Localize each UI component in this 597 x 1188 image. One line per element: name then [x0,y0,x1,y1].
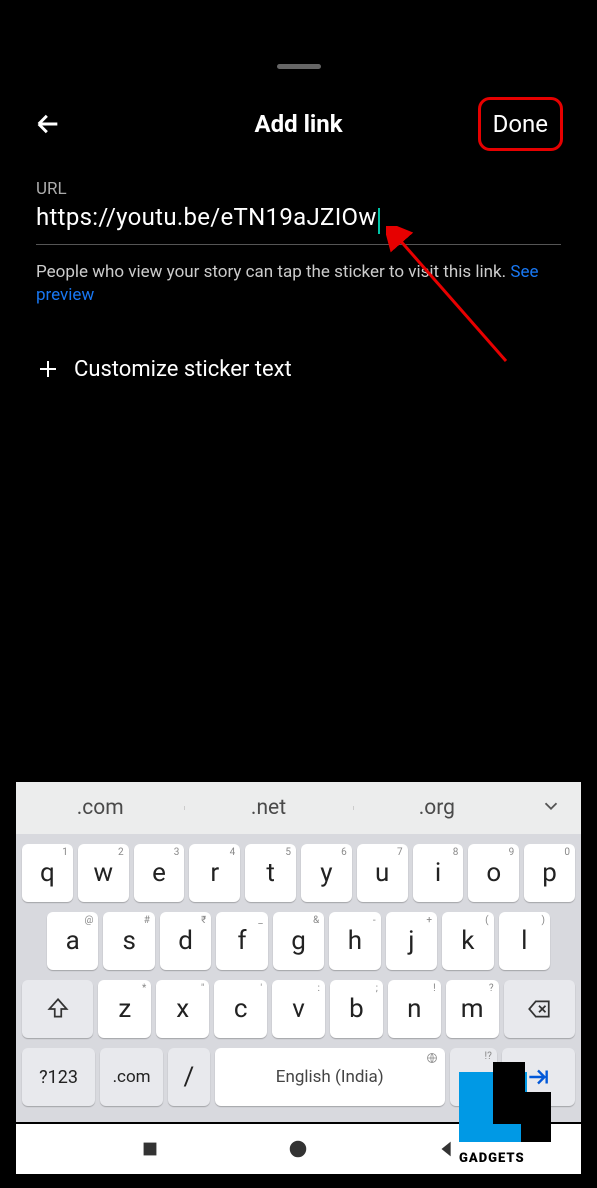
key-n[interactable]: n! [388,980,441,1038]
done-button[interactable]: Done [478,97,563,151]
recents-icon[interactable] [139,1138,161,1160]
helper-text: People who view your story can tap the s… [36,261,561,307]
header: Add link Done [16,69,581,169]
key-row-1: q1 w2 e3 r4 t5 y6 u7 i8 o9 p0 [22,844,575,902]
key-p[interactable]: p0 [524,844,575,902]
shift-key[interactable] [22,980,93,1038]
key-row-4: ?123 .com / English (India) .!? [22,1048,575,1106]
enter-key[interactable] [502,1048,575,1106]
back-arrow-icon[interactable] [34,110,62,138]
home-icon[interactable] [287,1138,309,1160]
url-label: URL [36,179,561,199]
key-t[interactable]: t5 [245,844,296,902]
key-w[interactable]: w2 [78,844,129,902]
customize-label: Customize sticker text [74,357,292,382]
period-key[interactable]: .!? [450,1048,497,1106]
suggestion-item[interactable]: .com [16,796,184,820]
key-s[interactable]: s# [103,912,154,970]
key-b[interactable]: b; [330,980,383,1038]
slash-key[interactable]: / [168,1048,210,1106]
key-u[interactable]: u7 [357,844,408,902]
key-f[interactable]: f_ [216,912,267,970]
backspace-key[interactable] [504,980,575,1038]
suggestion-item[interactable]: .org [353,796,521,820]
key-z[interactable]: z* [98,980,151,1038]
customize-sticker-button[interactable]: Customize sticker text [36,357,561,382]
symbols-key[interactable]: ?123 [22,1048,95,1106]
keyboard: .com .net .org q1 w2 e3 r4 t5 y6 u7 i8 o… [16,782,581,1122]
key-q[interactable]: q1 [22,844,73,902]
key-m[interactable]: m? [446,980,499,1038]
navigation-bar [16,1124,581,1174]
url-input[interactable]: https://youtu.be/eTN19aJZIOw [36,203,561,245]
suggestion-item[interactable]: .net [184,796,352,820]
key-v[interactable]: v: [272,980,325,1038]
key-i[interactable]: i8 [413,844,464,902]
key-y[interactable]: y6 [301,844,352,902]
collapse-keyboard-icon[interactable] [521,795,581,821]
key-a[interactable]: a@ [47,912,98,970]
text-cursor [378,208,380,234]
key-row-3: z* x" c' v: b; n! m? [22,980,575,1038]
key-c[interactable]: c' [214,980,267,1038]
key-l[interactable]: l) [499,912,550,970]
key-h[interactable]: h- [329,912,380,970]
key-row-2: a@ s# d₹ f_ g& h- j+ k( l) [22,912,575,970]
back-icon[interactable] [436,1138,458,1160]
url-value: https://youtu.be/eTN19aJZIOw [36,203,377,231]
dotcom-key[interactable]: .com [100,1048,163,1106]
spacebar-key[interactable]: English (India) [215,1048,445,1106]
key-g[interactable]: g& [273,912,324,970]
suggestion-bar: .com .net .org [16,782,581,834]
key-r[interactable]: r4 [189,844,240,902]
globe-icon [426,1052,438,1064]
plus-icon [36,357,60,381]
key-o[interactable]: o9 [468,844,519,902]
key-e[interactable]: e3 [134,844,185,902]
page-title: Add link [254,110,342,138]
key-d[interactable]: d₹ [160,912,211,970]
key-j[interactable]: j+ [386,912,437,970]
key-k[interactable]: k( [442,912,493,970]
key-x[interactable]: x" [156,980,209,1038]
